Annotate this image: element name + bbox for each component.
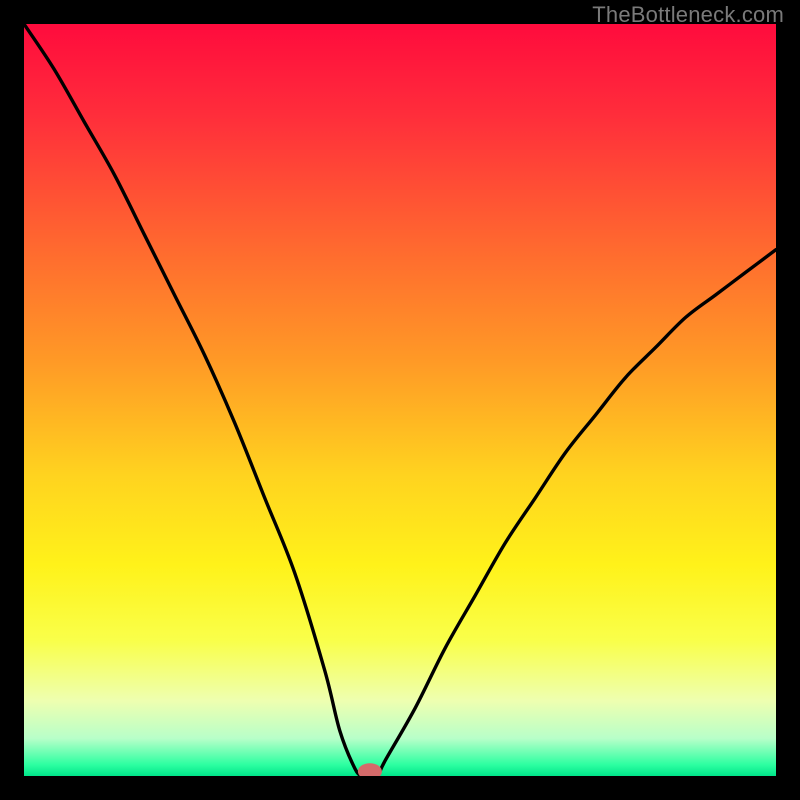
plot-area <box>24 24 776 776</box>
bottleneck-chart <box>24 24 776 776</box>
chart-frame: TheBottleneck.com <box>0 0 800 800</box>
gradient-background <box>24 24 776 776</box>
